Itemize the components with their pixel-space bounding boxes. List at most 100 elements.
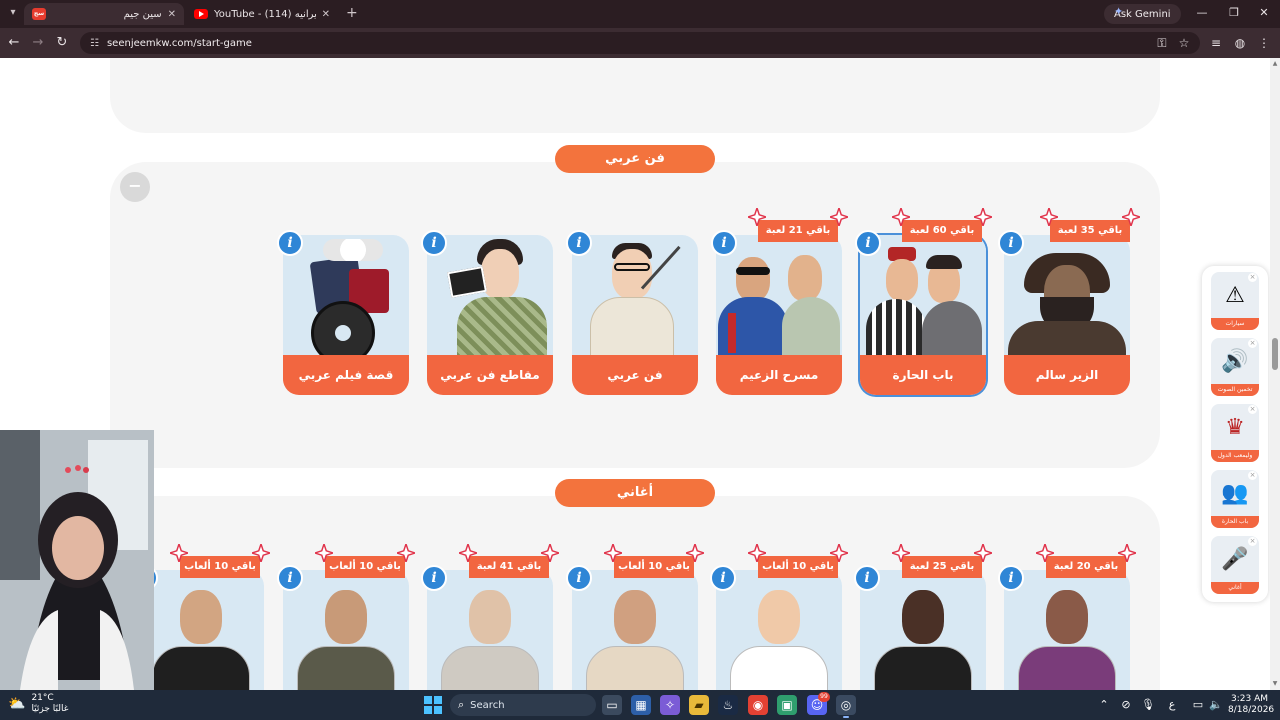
remove-icon[interactable]: × — [1248, 471, 1257, 480]
page-scrollbar[interactable]: ▲ ▼ — [1270, 58, 1280, 690]
card-label: فن عربي — [572, 355, 698, 395]
remaining-games-badge: باقي 20 لعبة — [1036, 544, 1136, 586]
window-close-icon[interactable]: ✕ — [1254, 6, 1274, 19]
category-card-masrah-al-zaeem[interactable]: مسرح الزعيم — [716, 235, 842, 395]
remaining-games-badge: باقي 35 لعبة — [1040, 208, 1140, 250]
forward-arrow-icon[interactable]: → — [30, 35, 46, 51]
category-card-arab-film-story[interactable]: قصة فيلم عربي — [283, 235, 409, 395]
file-explorer-icon[interactable]: ▰ — [689, 695, 709, 715]
tab-youtube[interactable]: YouTube - (114) لعبه ايرانيه ✕ — [186, 3, 338, 25]
card-illustration — [1004, 570, 1130, 690]
page-viewport: فن عربي − الزير سالم i باقي 35 لعبة باب … — [0, 58, 1280, 690]
remaining-games-badge: باقي 60 لعبة — [892, 208, 992, 250]
language-indicator[interactable]: ع — [1164, 697, 1180, 713]
info-icon[interactable]: i — [710, 565, 736, 591]
category-card-song[interactable] — [1004, 570, 1130, 690]
info-icon[interactable]: i — [566, 230, 592, 256]
youtube-icon — [194, 9, 208, 19]
info-icon[interactable]: i — [421, 565, 447, 591]
category-card-clips-fan-arabi[interactable]: مقاطع فن عربي — [427, 235, 553, 395]
selected-category-songs[interactable]: 🎤 أغاني × — [1211, 536, 1259, 594]
category-card-song[interactable] — [716, 570, 842, 690]
volume-icon[interactable]: 🔈 — [1208, 697, 1224, 713]
category-card-song[interactable] — [427, 570, 553, 690]
menu-dots-icon[interactable]: ⋮ — [1256, 35, 1272, 51]
scroll-thumb[interactable] — [1272, 338, 1278, 370]
badge-text: باقي 10 ألعاب — [758, 556, 838, 578]
sparkle-icon — [541, 544, 559, 562]
copilot-icon[interactable]: ✧ — [660, 695, 680, 715]
card-label: قصة فيلم عربي — [283, 355, 409, 395]
remove-icon[interactable]: × — [1248, 537, 1257, 546]
taskbar-clock[interactable]: 3:23 AM 8/18/2026 — [1228, 694, 1274, 716]
password-key-icon[interactable]: ⚿ — [1154, 35, 1170, 51]
category-card-song[interactable] — [138, 570, 264, 690]
tab-search-menu[interactable]: ▾ — [6, 5, 20, 21]
scroll-down-icon[interactable]: ▼ — [1271, 680, 1279, 687]
info-icon[interactable]: i — [855, 230, 881, 256]
remove-icon[interactable]: × — [1248, 339, 1257, 348]
card-label: مسرح الزعيم — [716, 355, 842, 395]
remove-icon[interactable]: × — [1248, 273, 1257, 282]
info-icon[interactable]: i — [277, 230, 303, 256]
chrome-icon[interactable]: ◉ — [748, 695, 768, 715]
mic-icon[interactable]: 🎙 — [1140, 697, 1156, 713]
selected-category-throne[interactable]: ♛ وليمعب الدول × — [1211, 404, 1259, 462]
minimize-icon[interactable]: — — [1192, 6, 1212, 19]
category-card-song[interactable] — [572, 570, 698, 690]
card-illustration — [138, 570, 264, 690]
site-settings-icon[interactable]: ☷ — [90, 38, 99, 49]
search-label: Search — [470, 699, 505, 711]
weather-widget[interactable]: ⛅ 21°C غالبًا جزئيًا — [8, 693, 68, 715]
remove-icon[interactable]: × — [1248, 405, 1257, 414]
tray-overflow-icon[interactable]: ⌃ — [1096, 697, 1112, 713]
category-card-bab-al-hara[interactable]: باب الحارة — [860, 235, 986, 395]
category-card-fan-arabi[interactable]: فن عربي — [572, 235, 698, 395]
taskbar-search[interactable]: ⌕ Search — [450, 694, 596, 716]
remaining-games-badge: باقي 10 ألعاب — [748, 544, 848, 586]
seenjeem-favicon-icon: سج — [32, 8, 46, 20]
address-bar[interactable]: ☷ seenjeemkw.com/start-game — [80, 32, 1200, 54]
category-card-song[interactable] — [283, 570, 409, 690]
info-icon[interactable]: i — [277, 565, 303, 591]
close-icon[interactable]: ✕ — [322, 9, 330, 20]
info-icon[interactable]: i — [854, 565, 880, 591]
windows-taskbar: ⛅ 21°C غالبًا جزئيًا ⌕ Search ▭ ▦ ✧ ▰ ♨ … — [0, 690, 1280, 720]
task-view-icon[interactable]: ▭ — [602, 695, 622, 715]
sparkle-icon — [315, 544, 333, 562]
reload-icon[interactable]: ↻ — [54, 35, 70, 51]
steam-icon[interactable]: ♨ — [718, 695, 738, 715]
profile-avatar[interactable]: ◍ — [1232, 35, 1248, 51]
tab-seenjeem[interactable]: سج سين جيم ✕ — [24, 3, 184, 25]
info-icon[interactable]: i — [711, 230, 737, 256]
game-app-icon[interactable]: ▣ — [777, 695, 797, 715]
store-icon[interactable]: ▦ — [631, 695, 651, 715]
info-icon[interactable]: i — [421, 230, 447, 256]
sparkle-icon — [748, 544, 766, 562]
display-icon[interactable]: ▭ — [1190, 697, 1206, 713]
selected-category-guess-sound[interactable]: 🔊 تخمين الصوت × — [1211, 338, 1259, 396]
windows-start-icon[interactable] — [424, 696, 442, 714]
ask-gemini-button[interactable]: ✦ Ask Gemini — [1104, 4, 1181, 24]
bookmark-star-icon[interactable]: ☆ — [1176, 35, 1192, 51]
category-card-zeer-salem[interactable]: الزير سالم — [1004, 235, 1130, 395]
network-off-icon[interactable]: ⊘ — [1118, 697, 1134, 713]
sparkle-icon — [830, 208, 848, 226]
new-tab-icon[interactable]: + — [346, 5, 358, 21]
selected-category-label: وليمعب الدول — [1211, 450, 1259, 462]
collapse-section-button[interactable]: − — [120, 172, 150, 202]
category-card-song[interactable] — [860, 570, 986, 690]
close-icon[interactable]: ✕ — [168, 9, 176, 20]
chrome-running-icon[interactable]: ◎ — [836, 695, 856, 718]
selected-category-cars[interactable]: ⚠ سيارات × — [1211, 272, 1259, 330]
maximize-icon[interactable]: ❐ — [1224, 6, 1244, 19]
info-icon[interactable]: i — [998, 565, 1024, 591]
selected-category-bab-al-hara[interactable]: 👥 باب الحارة × — [1211, 470, 1259, 528]
info-icon[interactable]: i — [566, 565, 592, 591]
sparkle-icon — [830, 544, 848, 562]
reading-list-icon[interactable]: ≡ — [1208, 35, 1224, 51]
scroll-up-icon[interactable]: ▲ — [1271, 60, 1279, 67]
info-icon[interactable]: i — [998, 230, 1024, 256]
remaining-games-badge: باقي 25 لعبة — [892, 544, 992, 586]
back-arrow-icon[interactable]: ← — [6, 35, 22, 51]
